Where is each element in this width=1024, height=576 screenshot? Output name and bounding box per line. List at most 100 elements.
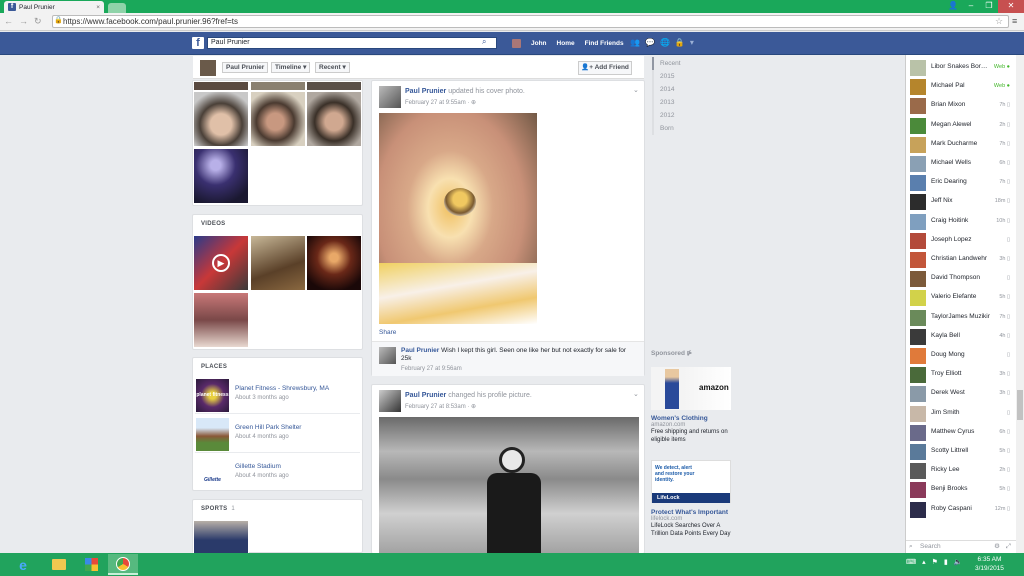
post-author[interactable]: Paul Prunier: [405, 392, 446, 399]
bookmark-star-icon[interactable]: ☆: [995, 16, 1003, 27]
chat-friend-row[interactable]: Benji Brooks 5h ▯: [906, 480, 1016, 499]
profile-name-button[interactable]: Paul Prunier: [222, 62, 269, 73]
chat-friend-row[interactable]: Michael Pal Web ●: [906, 77, 1016, 96]
sports-thumb[interactable]: [193, 520, 249, 554]
post-author[interactable]: Paul Prunier: [405, 88, 446, 95]
flag-icon[interactable]: ⚑: [932, 558, 938, 566]
post-author-avatar[interactable]: [379, 86, 401, 108]
forward-icon[interactable]: →: [19, 16, 28, 27]
chat-friend-row[interactable]: Eric Dearing 7h ▯: [906, 173, 1016, 192]
chat-friend-row[interactable]: Ricky Lee 2h ▯: [906, 461, 1016, 480]
volume-icon[interactable]: 🔈: [954, 558, 963, 566]
share-link[interactable]: Share: [379, 329, 396, 336]
nav-find-friends[interactable]: Find Friends: [585, 40, 624, 47]
back-icon[interactable]: ←: [4, 16, 13, 27]
chat-friend-row[interactable]: Jim Smith ▯: [906, 404, 1016, 423]
settings-dropdown-icon[interactable]: ▾: [690, 38, 694, 47]
chat-friend-row[interactable]: Christian Landwehr 3h ▯: [906, 250, 1016, 269]
friend-requests-icon[interactable]: 👥: [630, 38, 640, 47]
nav-profile[interactable]: John: [531, 40, 547, 47]
chat-friend-row[interactable]: Roby Caspani 12m ▯: [906, 500, 1016, 519]
keyboard-icon[interactable]: ⌨: [906, 558, 916, 566]
video-thumb[interactable]: [306, 235, 362, 291]
reload-icon[interactable]: ↻: [34, 16, 42, 27]
scrollbar-thumb[interactable]: [1017, 390, 1023, 420]
privacy-icon[interactable]: 🔒: [675, 38, 685, 47]
chat-friend-row[interactable]: Scotty Littrell 5h ▯: [906, 442, 1016, 461]
chat-friend-row[interactable]: Brian Mixon 7h ▯: [906, 96, 1016, 115]
minimize-icon[interactable]: –: [962, 0, 980, 13]
place-item[interactable]: planet fitness Planet Fitness - Shrewsbu…: [195, 376, 360, 414]
year-2015[interactable]: 2015: [652, 70, 712, 83]
chat-friend-row[interactable]: Derek West 3h ▯: [906, 384, 1016, 403]
photo-thumb[interactable]: [193, 148, 249, 204]
chat-friend-row[interactable]: Michael Wells 6h ▯: [906, 154, 1016, 173]
browser-tab[interactable]: f Paul Prunier ×: [4, 1, 104, 13]
chat-friend-row[interactable]: David Thompson ▯: [906, 269, 1016, 288]
messages-icon[interactable]: 💬: [645, 38, 655, 47]
chat-friend-row[interactable]: Craig Hoitink 10h ▯: [906, 212, 1016, 231]
photo-thumb[interactable]: [193, 91, 249, 147]
search-icon[interactable]: ⌕: [482, 37, 486, 47]
chrome-icon[interactable]: [108, 554, 138, 575]
place-name[interactable]: Green Hill Park Shelter: [235, 424, 301, 431]
browser-menu-icon[interactable]: ≡: [1012, 16, 1017, 26]
photo-thumb[interactable]: [193, 81, 249, 91]
play-icon[interactable]: ▶: [212, 254, 230, 272]
year-2014[interactable]: 2014: [652, 83, 712, 96]
place-name[interactable]: Gillette Stadium: [235, 463, 281, 470]
profile-photo[interactable]: [379, 417, 639, 555]
new-tab-button[interactable]: [108, 3, 126, 13]
photo-thumb[interactable]: [250, 91, 306, 147]
ad-title[interactable]: Women's Clothing: [651, 415, 733, 422]
year-2013[interactable]: 2013: [652, 96, 712, 109]
chat-friend-row[interactable]: Valerio Elefante 5h ▯: [906, 288, 1016, 307]
chat-friend-row[interactable]: Mark Ducharme 7h ▯: [906, 135, 1016, 154]
facebook-logo-icon[interactable]: f: [192, 37, 204, 49]
post-date[interactable]: February 27 at 9:55am · ⊕: [405, 99, 476, 106]
chat-friend-row[interactable]: Libor Snakes Bor… Web ●: [906, 58, 1016, 77]
photo-thumb[interactable]: [306, 81, 362, 91]
video-thumb[interactable]: [193, 292, 249, 348]
ad-image-lifelock[interactable]: We detect, alert and restore your identi…: [651, 460, 731, 503]
photo-thumb[interactable]: [250, 81, 306, 91]
maximize-icon[interactable]: ❐: [980, 0, 998, 13]
post-author-avatar[interactable]: [379, 390, 401, 412]
add-friend-button[interactable]: 👤+ Add Friend: [578, 61, 632, 75]
user-avatar[interactable]: [512, 39, 521, 48]
chat-search-input[interactable]: ⌕ Search ⚙ ⤢: [906, 540, 1016, 553]
cover-photo[interactable]: [379, 113, 537, 324]
chat-friend-row[interactable]: Matthew Cyrus 6h ▯: [906, 423, 1016, 442]
chat-friend-row[interactable]: Joseph Lopez ▯: [906, 231, 1016, 250]
year-born[interactable]: Born: [652, 122, 712, 135]
gear-icon[interactable]: ⚙: [994, 541, 1000, 553]
page-scrollbar[interactable]: [1016, 55, 1024, 553]
notifications-icon[interactable]: 🌐: [660, 38, 670, 47]
timeline-dropdown[interactable]: Timeline ▾: [271, 62, 311, 73]
photo-thumb[interactable]: [306, 91, 362, 147]
expand-icon[interactable]: ⤢: [1006, 541, 1011, 553]
chat-friend-row[interactable]: TaylorJames Muzikir 7h ▯: [906, 308, 1016, 327]
chat-friend-row[interactable]: Kayla Bell 4h ▯: [906, 327, 1016, 346]
year-recent[interactable]: Recent: [652, 57, 712, 70]
network-icon[interactable]: ▮: [944, 558, 948, 566]
comment-date[interactable]: February 27 at 9:56am: [401, 366, 462, 372]
clock[interactable]: 6:35 AM 3/19/2015: [975, 555, 1004, 573]
show-hidden-icon[interactable]: ▴: [922, 558, 926, 566]
year-2012[interactable]: 2012: [652, 109, 712, 122]
place-item[interactable]: Gillette Gillette Stadium About 4 months…: [195, 454, 360, 492]
profile-avatar[interactable]: [200, 60, 216, 76]
place-item[interactable]: Green Hill Park Shelter About 4 months a…: [195, 415, 360, 453]
close-window-icon[interactable]: ✕: [998, 0, 1024, 13]
media-app-icon[interactable]: [76, 554, 106, 575]
post-menu-chevron-icon[interactable]: ⌄: [633, 86, 639, 94]
video-thumb[interactable]: [250, 235, 306, 291]
ad-image-amazon[interactable]: amazon: [651, 367, 731, 410]
chat-friend-row[interactable]: Troy Elliott 3h ▯: [906, 365, 1016, 384]
nav-home[interactable]: Home: [557, 40, 575, 47]
internet-explorer-icon[interactable]: e: [8, 554, 38, 575]
chat-friend-row[interactable]: Doug Mong ▯: [906, 346, 1016, 365]
user-icon[interactable]: 👤: [944, 0, 962, 13]
close-tab-icon[interactable]: ×: [96, 4, 100, 11]
place-name[interactable]: Planet Fitness - Shrewsbury, MA: [235, 385, 329, 392]
